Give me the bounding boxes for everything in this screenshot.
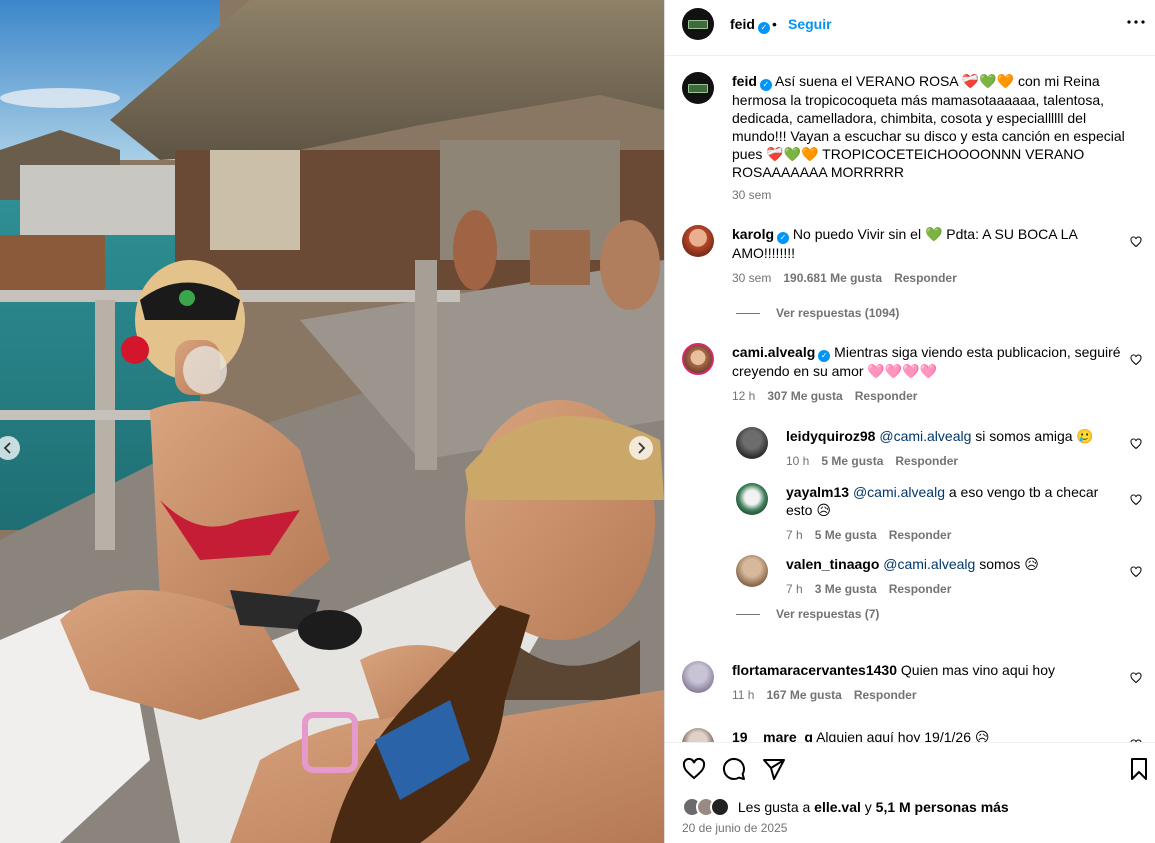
- chevron-right-icon: [638, 442, 646, 454]
- heart-icon[interactable]: [1130, 438, 1142, 450]
- comment-meta: 30 sem 190.681 Me gusta Responder: [732, 271, 957, 285]
- comment-text: flortamaracervantes1430 Quien mas vino a…: [732, 662, 1055, 678]
- comment-likes[interactable]: 190.681 Me gusta: [783, 271, 882, 285]
- heart-icon[interactable]: [1130, 494, 1142, 506]
- post-media[interactable]: [0, 0, 664, 843]
- comment-meta: 7 h3 Me gusta Responder: [786, 582, 952, 596]
- comment-text: leidyquiroz98 @cami.alvealg si somos ami…: [786, 428, 1094, 444]
- bookmark-icon[interactable]: [1127, 757, 1151, 781]
- reply-button[interactable]: Responder: [855, 389, 918, 403]
- comment-meta: 7 h5 Me gusta Responder: [786, 528, 952, 542]
- likes-summary[interactable]: Les gusta a elle.val y 5,1 M personas má…: [682, 797, 1009, 817]
- post-photo: [0, 0, 664, 843]
- reply-button[interactable]: Responder: [895, 454, 958, 468]
- view-replies-button[interactable]: Ver respuestas (1094): [736, 306, 899, 320]
- reply-button[interactable]: Responder: [854, 688, 917, 702]
- likes-text: Les gusta a elle.val y 5,1 M personas má…: [737, 799, 1009, 815]
- comment-text: valen_tinaago @cami.alvealg somos 😥: [786, 556, 1039, 572]
- comment-icon[interactable]: [722, 757, 746, 781]
- comment-username[interactable]: yayalm13: [786, 484, 849, 500]
- comment-username[interactable]: valen_tinaago: [786, 556, 879, 572]
- author-avatar[interactable]: [682, 8, 714, 40]
- caption-text: feid ✓ Así suena el VERANO ROSA ❤️‍🩹💚🧡 co…: [732, 72, 1142, 181]
- comment-likes[interactable]: 3 Me gusta: [815, 582, 877, 596]
- comment-username[interactable]: cami.alvealg: [732, 344, 815, 360]
- mention-link[interactable]: @cami.alvealg: [879, 428, 971, 444]
- liker-avatars: [682, 797, 734, 817]
- more-options-icon[interactable]: [1127, 20, 1145, 24]
- share-icon[interactable]: [762, 757, 786, 781]
- comment-likes[interactable]: 307 Me gusta: [767, 389, 842, 403]
- commenter-avatar[interactable]: [736, 427, 768, 459]
- caption-username[interactable]: feid: [732, 73, 757, 89]
- verified-badge-icon: ✓: [757, 22, 770, 34]
- commenter-avatar[interactable]: [682, 225, 714, 257]
- heart-icon[interactable]: [1130, 236, 1142, 248]
- commenter-avatar[interactable]: [682, 661, 714, 693]
- verified-badge-icon: ✓: [818, 350, 831, 362]
- post-header: feid ✓ • Seguir: [665, 0, 1155, 56]
- comment-meta: 12 h 307 Me gusta Responder: [732, 389, 918, 403]
- comment-meta: 11 h 167 Me gusta Responder: [732, 688, 917, 702]
- comment-username[interactable]: 19__mare_g: [732, 729, 813, 742]
- comment-text: karolg ✓ No puedo Vivir sin el 💚 Pdta: A …: [732, 226, 1078, 261]
- post-date: 20 de junio de 2025: [682, 821, 788, 835]
- reply-button[interactable]: Responder: [894, 271, 957, 285]
- author-username[interactable]: feid ✓: [730, 16, 770, 34]
- reply-button[interactable]: Responder: [889, 582, 952, 596]
- comment-likes[interactable]: 5 Me gusta: [815, 528, 877, 542]
- commenter-avatar[interactable]: [682, 728, 714, 742]
- post-side-panel: feid ✓ • Seguir feid ✓ Así suena el VERANO…: [664, 0, 1155, 843]
- caption-body: Así suena el VERANO ROSA ❤️‍🩹💚🧡 con mi R…: [732, 73, 1125, 180]
- comment-likes[interactable]: 5 Me gusta: [821, 454, 883, 468]
- liker-username[interactable]: elle.val: [814, 799, 861, 815]
- comment-username[interactable]: karolg: [732, 226, 774, 242]
- verified-badge-icon: ✓: [759, 79, 772, 91]
- comment-meta: 10 h5 Me gusta Responder: [786, 454, 959, 468]
- verified-badge-icon: ✓: [777, 232, 790, 244]
- commenter-avatar[interactable]: [736, 555, 768, 587]
- caption-avatar[interactable]: [682, 72, 714, 104]
- view-replies-button[interactable]: Ver respuestas (7): [736, 607, 879, 621]
- comment-likes[interactable]: 167 Me gusta: [766, 688, 841, 702]
- mention-link[interactable]: @cami.alvealg: [853, 484, 945, 500]
- commenter-avatar[interactable]: [736, 483, 768, 515]
- commenter-avatar[interactable]: [682, 343, 714, 375]
- comment-text: 19__mare_g Alguien aquí hoy 19/1/26 😥: [732, 728, 1122, 742]
- comment-text: cami.alvealg ✓ Mientras siga viendo esta …: [732, 344, 1121, 379]
- reply-button[interactable]: Responder: [889, 528, 952, 542]
- heart-icon[interactable]: [1130, 566, 1142, 578]
- comments-list[interactable]: feid ✓ Así suena el VERANO ROSA ❤️‍🩹💚🧡 co…: [665, 56, 1155, 742]
- comment-username[interactable]: leidyquiroz98: [786, 428, 875, 444]
- heart-icon[interactable]: [1130, 354, 1142, 366]
- heart-icon[interactable]: [682, 757, 706, 781]
- follow-button[interactable]: Seguir: [788, 16, 832, 32]
- likes-count[interactable]: 5,1 M personas más: [876, 799, 1009, 815]
- post-footer: Les gusta a elle.val y 5,1 M personas má…: [665, 742, 1155, 843]
- separator-dot: •: [772, 16, 777, 32]
- heart-icon[interactable]: [1130, 672, 1142, 684]
- caption-time: 30 sem: [732, 188, 772, 202]
- comment-text: yayalm13 @cami.alvealg a eso vengo tb a …: [786, 484, 1099, 518]
- chevron-left-icon: [3, 442, 11, 454]
- mention-link[interactable]: @cami.alvealg: [883, 556, 975, 572]
- comment-username[interactable]: flortamaracervantes1430: [732, 662, 897, 678]
- next-image-button[interactable]: [629, 436, 653, 460]
